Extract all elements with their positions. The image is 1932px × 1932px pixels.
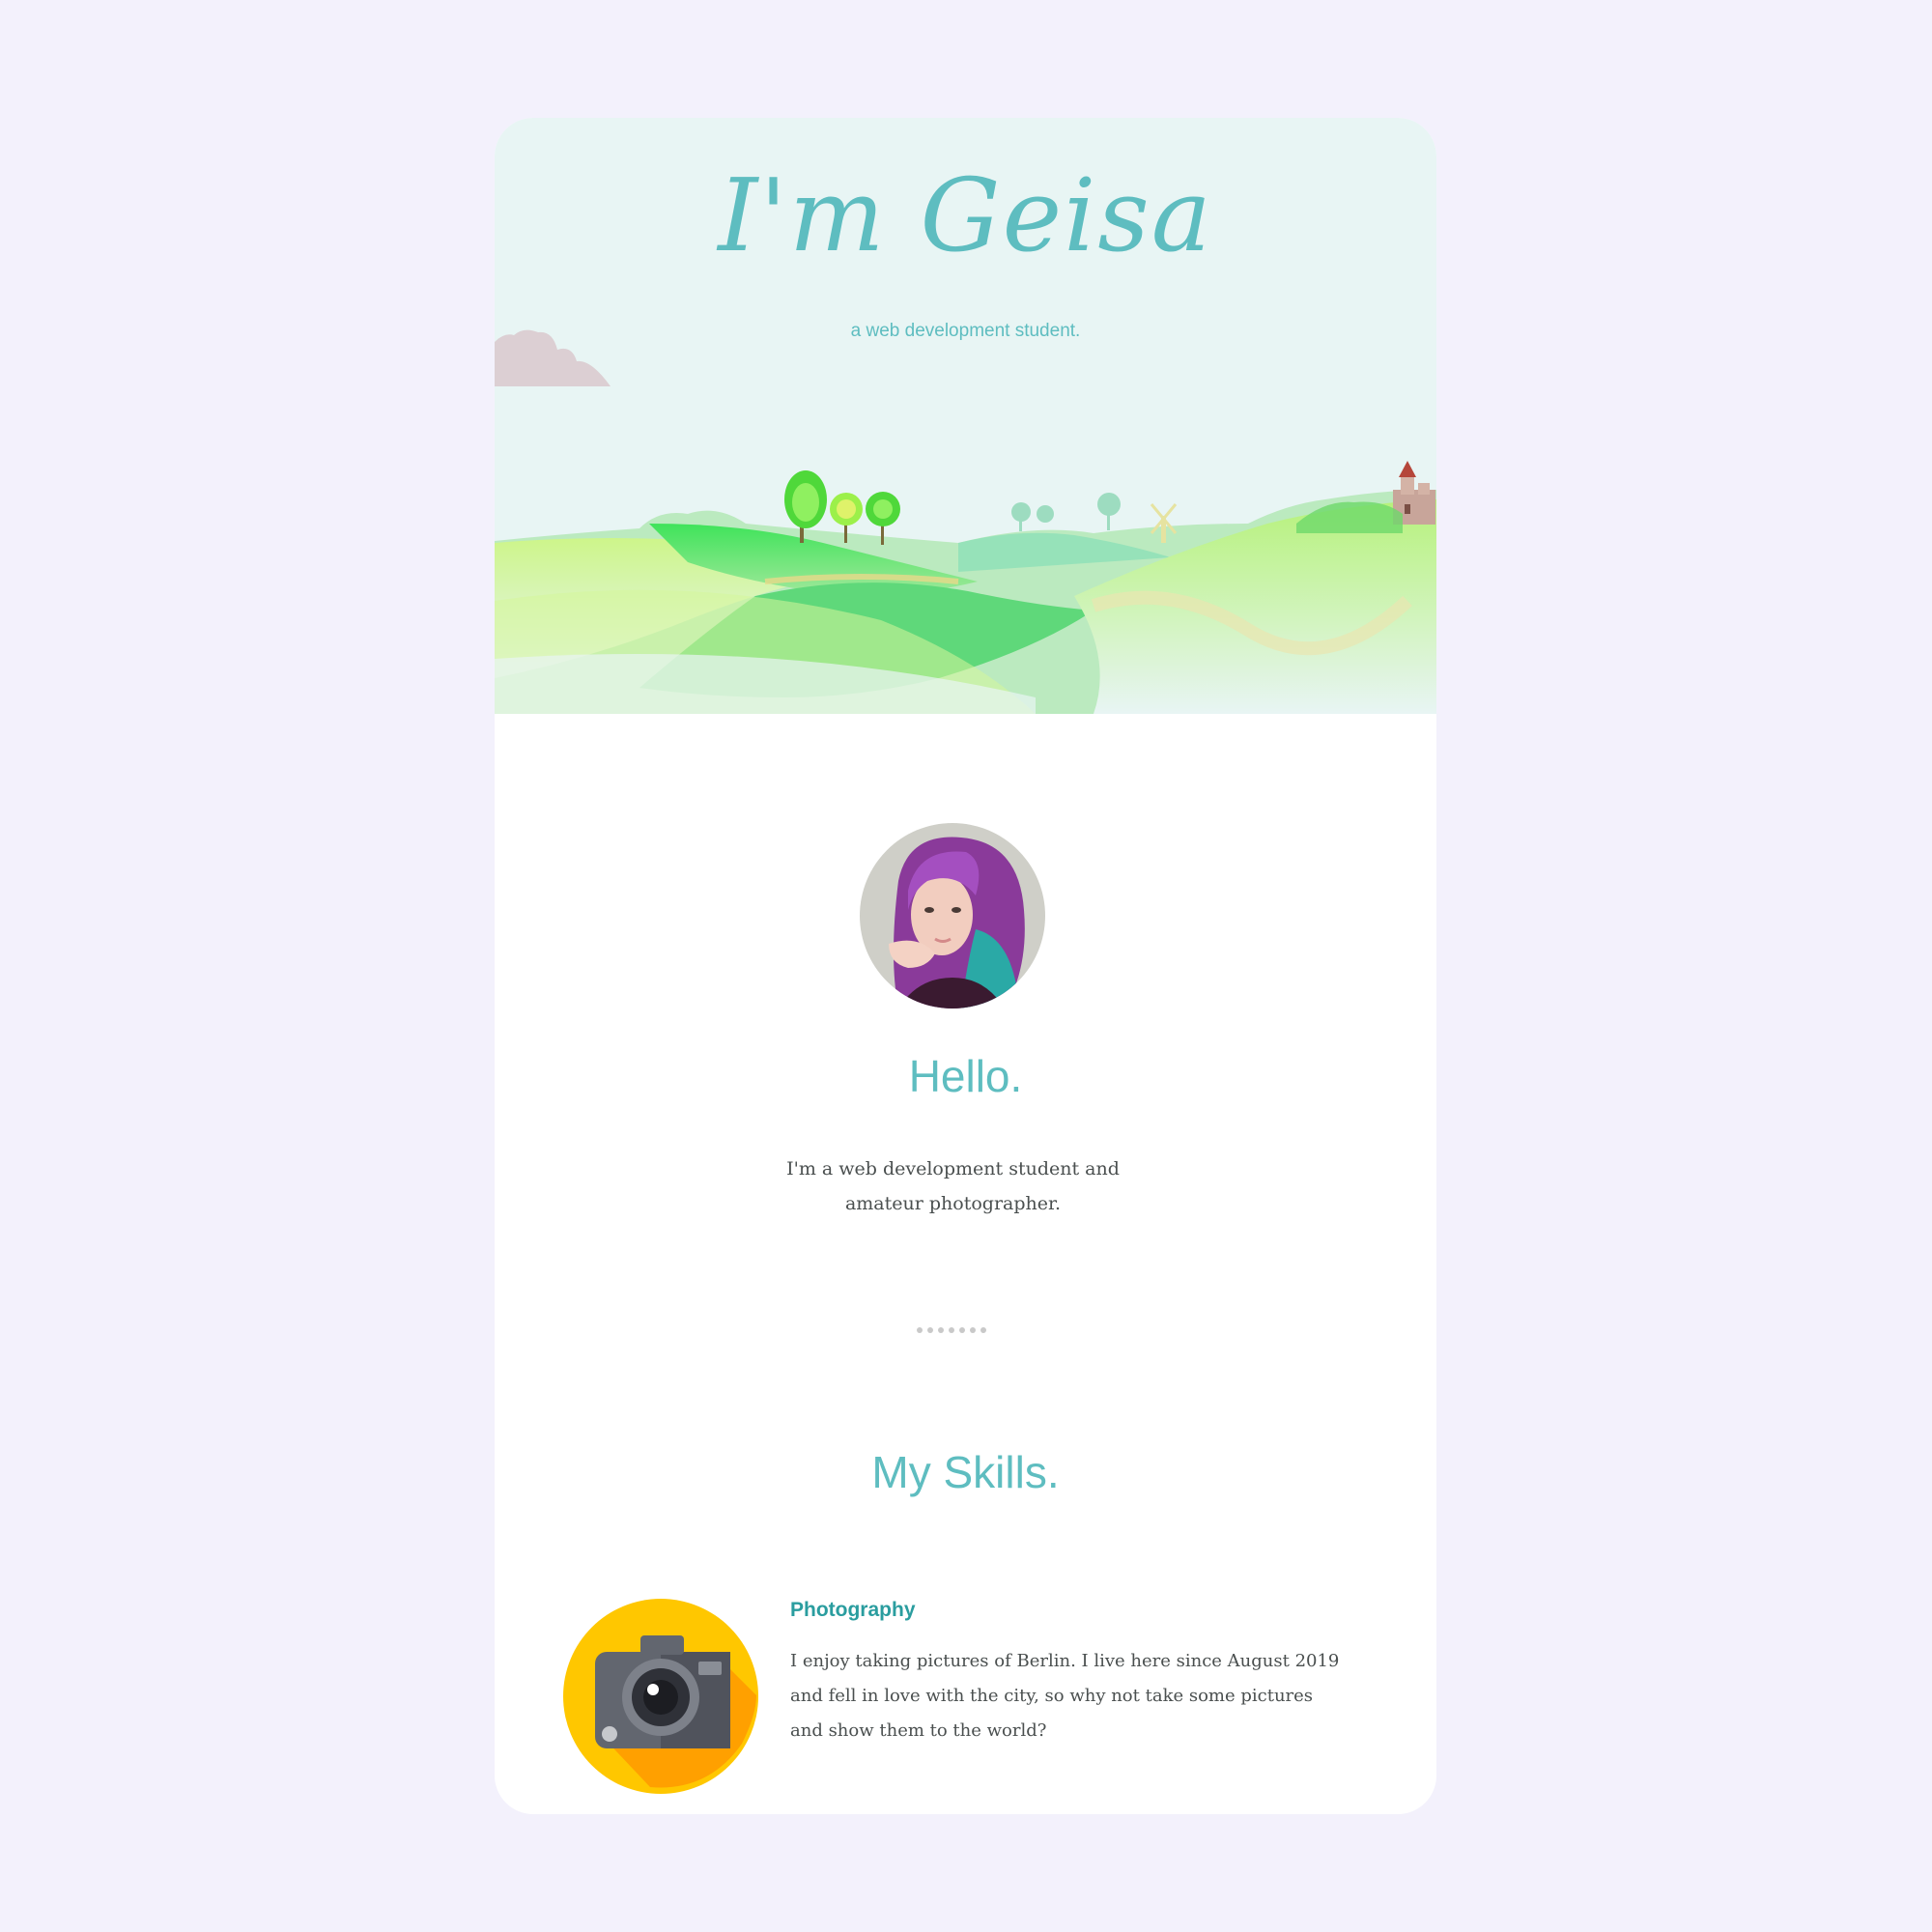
camera-icon xyxy=(563,1599,758,1794)
avatar xyxy=(860,823,1045,1009)
skills-heading: My Skills. xyxy=(871,1447,1060,1497)
hero-subtitle: a web development student. xyxy=(850,321,1081,341)
hero-section: I'm Geisa a web development student. xyxy=(495,118,1436,714)
skill-description: I enjoy taking pictures of Berlin. I liv… xyxy=(790,1651,1340,1741)
about-heading: Hello. xyxy=(908,1051,1023,1101)
about-text: I'm a web development student and amateu… xyxy=(786,1158,1120,1214)
profile-photo xyxy=(860,823,1045,1009)
profile-card: I'm Geisa a web development student. Hel… xyxy=(495,118,1436,1814)
hero-title: I'm Geisa xyxy=(718,156,1213,274)
skill-title: Photography xyxy=(790,1599,916,1621)
section-divider xyxy=(913,1327,990,1337)
